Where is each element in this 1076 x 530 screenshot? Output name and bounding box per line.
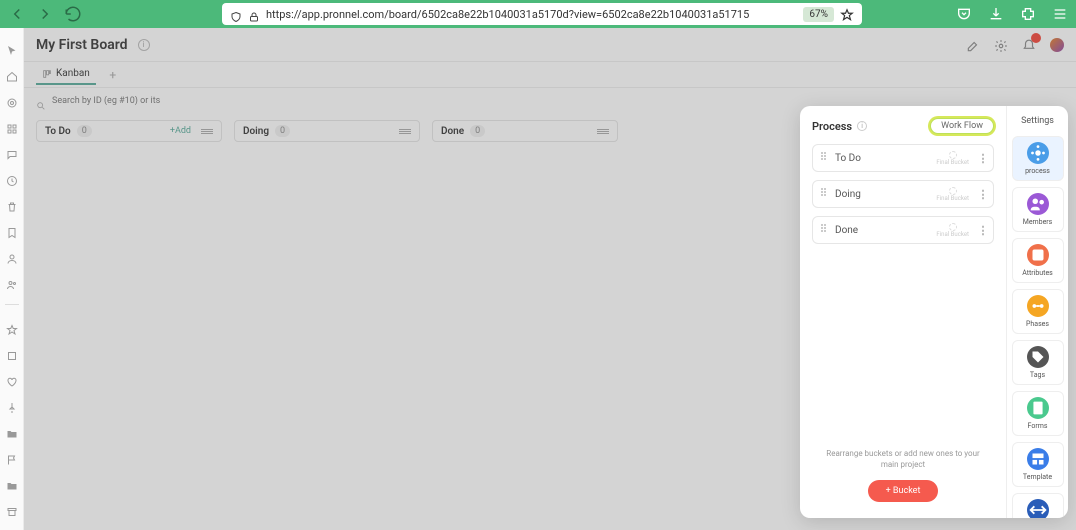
panel-hint: Rearrange buckets or add new ones to you… — [812, 449, 994, 470]
bucket-row[interactable]: Done Final Bucket ⋮ — [812, 216, 994, 244]
process-settings-panel: Process i Work Flow To Do Final Bucket ⋮… — [800, 106, 1068, 518]
import-export-icon — [1027, 499, 1049, 518]
archive-icon[interactable] — [6, 503, 18, 515]
column-done: Done 0 — [432, 120, 618, 142]
tags-icon — [1027, 346, 1049, 368]
template-icon — [1027, 448, 1049, 470]
settings-item-phases[interactable]: Phases — [1012, 289, 1064, 334]
flag-icon[interactable] — [6, 451, 18, 463]
bucket-name: Doing — [835, 189, 930, 200]
bucket-badge: Final Bucket — [936, 223, 969, 238]
shield-icon — [230, 8, 242, 20]
folder2-icon[interactable] — [6, 477, 18, 489]
kanban-icon — [42, 69, 52, 79]
drag-handle-icon[interactable] — [821, 152, 829, 164]
settings-item-members[interactable]: Members — [1012, 187, 1064, 232]
column-count: 0 — [470, 125, 485, 137]
heart-icon[interactable] — [6, 373, 18, 385]
drag-handle-icon[interactable] — [821, 188, 829, 200]
chat-icon[interactable] — [6, 146, 18, 158]
column-count: 0 — [275, 125, 290, 137]
search-input[interactable] — [52, 96, 252, 106]
extensions-icon[interactable] — [1020, 6, 1036, 22]
user-icon[interactable] — [6, 250, 18, 262]
settings-item-tags[interactable]: Tags — [1012, 340, 1064, 385]
trash-icon[interactable] — [6, 198, 18, 210]
members-icon — [1027, 193, 1049, 215]
bucket-name: Done — [835, 225, 930, 236]
bucket-badge: Final Bucket — [936, 187, 969, 202]
settings-title: Settings — [1021, 116, 1054, 126]
column-count: 0 — [77, 125, 92, 137]
info-icon[interactable]: i — [138, 39, 150, 51]
pocket-icon[interactable] — [956, 6, 972, 22]
pin-icon[interactable] — [6, 399, 18, 411]
url-text: https://app.pronnel.com/board/6502ca8e22… — [266, 8, 797, 21]
bucket-menu-icon[interactable]: ⋮ — [981, 224, 985, 236]
bucket-name: To Do — [835, 153, 930, 164]
settings-item-process[interactable]: process — [1012, 136, 1064, 181]
panel-title: Process — [812, 120, 852, 133]
gear-icon[interactable] — [994, 38, 1008, 52]
zoom-badge[interactable]: 67% — [803, 7, 834, 22]
workflow-button[interactable]: Work Flow — [930, 118, 994, 134]
home-icon[interactable] — [6, 68, 18, 80]
users-icon[interactable] — [6, 276, 18, 288]
column-menu-icon[interactable] — [399, 125, 411, 137]
clock-icon[interactable] — [6, 172, 18, 184]
add-tab-button[interactable]: + — [106, 68, 120, 82]
back-button[interactable] — [8, 5, 26, 23]
target-icon[interactable] — [6, 94, 18, 106]
board-title: My First Board — [36, 37, 128, 53]
settings-item-attributes[interactable]: Attributes — [1012, 238, 1064, 283]
forms-icon — [1027, 397, 1049, 419]
column-name: To Do — [45, 126, 71, 137]
bookmark-star-icon[interactable] — [840, 7, 854, 21]
search-icon — [36, 96, 46, 106]
bookmark-icon[interactable] — [6, 224, 18, 236]
lock-icon — [248, 8, 260, 20]
box-icon[interactable] — [6, 347, 18, 359]
column-todo: To Do 0 +Add — [36, 120, 222, 142]
forward-button[interactable] — [36, 5, 54, 23]
downloads-icon[interactable] — [988, 6, 1004, 22]
column-menu-icon[interactable] — [597, 125, 609, 137]
attributes-icon — [1027, 244, 1049, 266]
address-bar[interactable]: https://app.pronnel.com/board/6502ca8e22… — [222, 3, 862, 25]
column-add-button[interactable]: +Add — [170, 126, 191, 136]
notification-badge — [1031, 33, 1041, 43]
bucket-menu-icon[interactable]: ⋮ — [981, 188, 985, 200]
add-bucket-button[interactable]: + Bucket — [868, 480, 939, 502]
bucket-row[interactable]: To Do Final Bucket ⋮ — [812, 144, 994, 172]
settings-item-import-export[interactable]: Import/Export — [1012, 493, 1064, 518]
column-menu-icon[interactable] — [201, 125, 213, 137]
phases-icon — [1027, 295, 1049, 317]
column-name: Done — [441, 126, 464, 137]
panel-info-icon[interactable]: i — [857, 121, 867, 131]
bucket-badge: Final Bucket — [936, 151, 969, 166]
column-name: Doing — [243, 126, 269, 137]
notifications-button[interactable] — [1022, 38, 1036, 52]
grid-icon[interactable] — [6, 120, 18, 132]
reload-button[interactable] — [64, 5, 82, 23]
star-nav-icon[interactable] — [6, 321, 18, 333]
bucket-menu-icon[interactable]: ⋮ — [981, 152, 985, 164]
bucket-row[interactable]: Doing Final Bucket ⋮ — [812, 180, 994, 208]
folder-icon[interactable] — [6, 425, 18, 437]
settings-item-template[interactable]: Template — [1012, 442, 1064, 487]
process-icon — [1027, 142, 1049, 164]
settings-item-forms[interactable]: Forms — [1012, 391, 1064, 436]
avatar[interactable] — [1050, 38, 1064, 52]
drag-handle-icon[interactable] — [821, 224, 829, 236]
sidebar — [0, 28, 24, 530]
column-doing: Doing 0 — [234, 120, 420, 142]
cursor-icon[interactable] — [6, 42, 18, 54]
tab-label: Kanban — [56, 68, 90, 79]
tab-kanban[interactable]: Kanban — [36, 64, 96, 85]
menu-icon[interactable] — [1052, 6, 1068, 22]
tools-icon[interactable] — [966, 38, 980, 52]
